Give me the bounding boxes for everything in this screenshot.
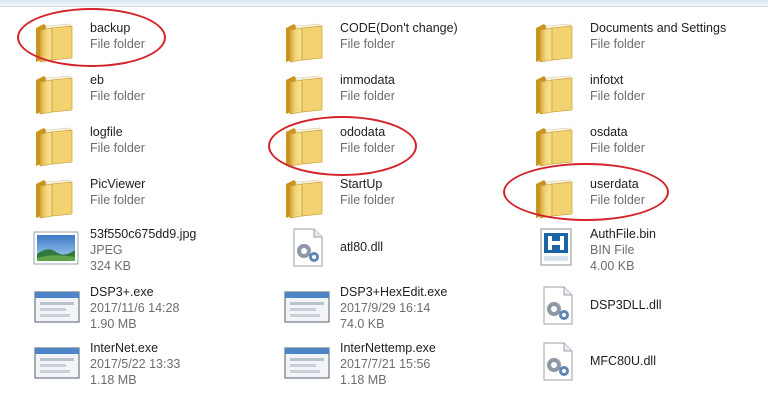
- folder-icon: [530, 174, 584, 222]
- file-item-internet-exe[interactable]: InterNet.exe 2017/5/22 13:33 1.18 MB: [30, 338, 270, 387]
- file-size: 1.18 MB: [340, 373, 387, 387]
- file-size: 1.18 MB: [90, 373, 137, 387]
- file-date: 2017/7/21 15:56: [340, 357, 431, 371]
- exe-window-icon: [280, 282, 334, 330]
- file-size: 74.0 KB: [340, 317, 385, 331]
- file-date: 2017/9/29 16:14: [340, 301, 431, 315]
- file-type: File folder: [340, 37, 395, 51]
- file-size: 324 KB: [90, 259, 132, 273]
- file-item-dsp3-exe[interactable]: DSP3+.exe 2017/11/6 14:28 1.90 MB: [30, 282, 270, 331]
- file-item-ododata[interactable]: ododata File folder: [280, 122, 520, 170]
- file-name: InterNet.exe: [90, 341, 159, 355]
- dll-gear-icon: [530, 338, 584, 386]
- file-type: File folder: [340, 193, 395, 207]
- dll-gear-icon: [280, 224, 334, 272]
- file-type: JPEG: [90, 243, 123, 257]
- file-type: File folder: [90, 193, 145, 207]
- file-item-dsp3dll-dll[interactable]: DSP3DLL.dll: [530, 282, 768, 330]
- file-item-infotxt[interactable]: infotxt File folder: [530, 70, 768, 118]
- exe-window-icon: [280, 338, 334, 386]
- file-item-code[interactable]: CODE(Don't change) File folder: [280, 18, 520, 66]
- folder-icon: [280, 70, 334, 118]
- folder-icon: [280, 174, 334, 222]
- file-name: immodata: [340, 73, 395, 87]
- file-date: 2017/5/22 13:33: [90, 357, 181, 371]
- file-name: StartUp: [340, 177, 383, 191]
- folder-icon: [30, 122, 84, 170]
- file-item-atl80-dll[interactable]: atl80.dll: [280, 224, 520, 272]
- file-name: logfile: [90, 125, 123, 139]
- file-type: File folder: [590, 37, 645, 51]
- file-name: PicViewer: [90, 177, 146, 191]
- file-item-picviewer[interactable]: PicViewer File folder: [30, 174, 270, 222]
- file-item-backup[interactable]: backup File folder: [30, 18, 270, 66]
- folder-icon: [30, 174, 84, 222]
- file-type: File folder: [90, 89, 145, 103]
- file-name: eb: [90, 73, 104, 87]
- file-size: 1.90 MB: [90, 317, 137, 331]
- file-name: backup: [90, 21, 131, 35]
- file-item-internettemp-exe[interactable]: InterNettemp.exe 2017/7/21 15:56 1.18 MB: [280, 338, 520, 387]
- file-type: File folder: [340, 89, 395, 103]
- file-name: Documents and Settings: [590, 21, 727, 35]
- file-item-documents-and-settings[interactable]: Documents and Settings File folder: [530, 18, 768, 66]
- file-name: 53f550c675dd9.jpg: [90, 227, 197, 241]
- file-type: File folder: [340, 141, 395, 155]
- folder-icon: [530, 18, 584, 66]
- exe-window-icon: [30, 282, 84, 330]
- file-type: File folder: [590, 141, 645, 155]
- file-name: ododata: [340, 125, 386, 139]
- file-item-osdata[interactable]: osdata File folder: [530, 122, 768, 170]
- file-type: File folder: [590, 193, 645, 207]
- file-name: DSP3+HexEdit.exe: [340, 285, 448, 299]
- file-size: 4.00 KB: [590, 259, 635, 273]
- folder-icon: [530, 70, 584, 118]
- file-name: InterNettemp.exe: [340, 341, 436, 355]
- folder-icon: [30, 70, 84, 118]
- file-name: infotxt: [590, 73, 624, 87]
- file-date: 2017/11/6 14:28: [90, 301, 180, 315]
- file-name: DSP3DLL.dll: [590, 298, 662, 312]
- file-name: DSP3+.exe: [90, 285, 154, 299]
- file-item-logfile[interactable]: logfile File folder: [30, 122, 270, 170]
- file-name: atl80.dll: [340, 240, 384, 254]
- dll-gear-icon: [530, 282, 584, 330]
- file-type: File folder: [590, 89, 645, 103]
- file-type: File folder: [90, 141, 145, 155]
- file-item-userdata[interactable]: userdata File folder: [530, 174, 768, 222]
- file-name: MFC80U.dll: [590, 354, 656, 368]
- file-item-startup[interactable]: StartUp File folder: [280, 174, 520, 222]
- folder-icon: [30, 18, 84, 66]
- folder-icon: [280, 18, 334, 66]
- jpeg-image-icon: [30, 224, 84, 272]
- bin-file-icon: [530, 224, 584, 272]
- exe-window-icon: [30, 338, 84, 386]
- file-type: BIN File: [590, 243, 635, 257]
- file-item-jpg[interactable]: 53f550c675dd9.jpg JPEG 324 KB: [30, 224, 270, 273]
- file-name: CODE(Don't change): [340, 21, 458, 35]
- folder-icon: [530, 122, 584, 170]
- window-top-edge: [0, 0, 768, 7]
- file-name: osdata: [590, 125, 628, 139]
- file-name: userdata: [590, 177, 639, 191]
- file-item-eb[interactable]: eb File folder: [30, 70, 270, 118]
- file-item-immodata[interactable]: immodata File folder: [280, 70, 520, 118]
- file-type: File folder: [90, 37, 145, 51]
- file-item-dsp3-hexedit-exe[interactable]: DSP3+HexEdit.exe 2017/9/29 16:14 74.0 KB: [280, 282, 520, 331]
- file-item-mfc80u-dll[interactable]: MFC80U.dll: [530, 338, 768, 386]
- file-name: AuthFile.bin: [590, 227, 657, 241]
- folder-icon: [280, 122, 334, 170]
- file-item-authfile-bin[interactable]: AuthFile.bin BIN File 4.00 KB: [530, 224, 768, 273]
